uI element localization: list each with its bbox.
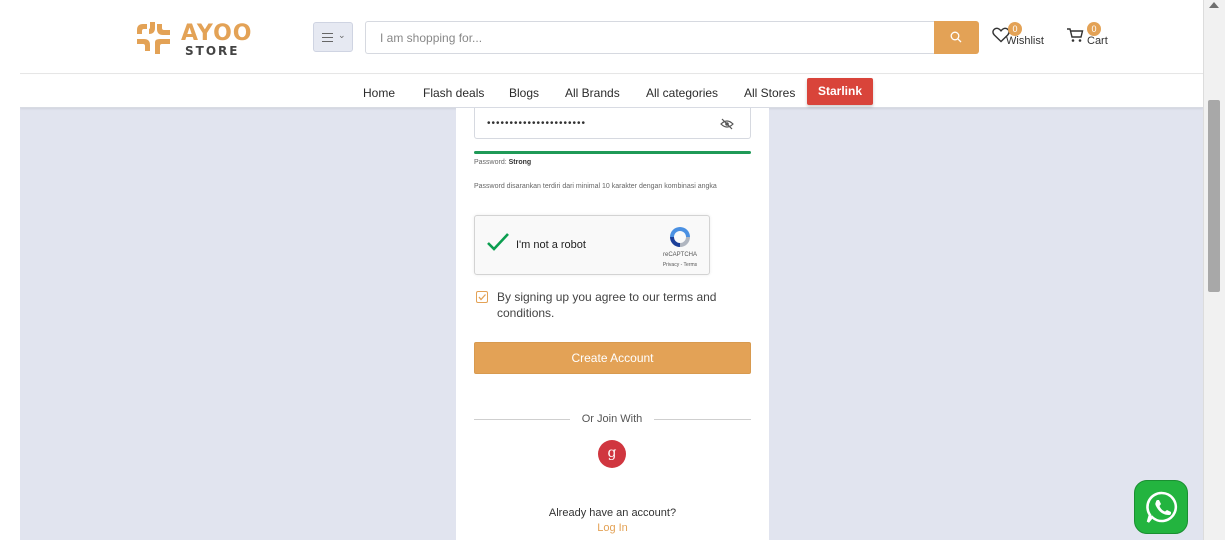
recaptcha-widget: I'm not a robot reCAPTCHA Privacy - Term… [474,215,710,275]
cart-link[interactable]: 0 Cart [1066,22,1116,54]
wishlist-link[interactable]: 0 Wishlist [992,22,1054,54]
terms-checkbox[interactable] [476,291,488,303]
viewport: AYOO STORE ⌄ I am shopping for... 0 Wish… [20,0,1203,540]
recaptcha-brand: reCAPTCHA [662,252,697,258]
main-navigation: Home Flash deals Blogs All Brands All ca… [20,75,1203,108]
password-field[interactable] [474,108,751,139]
register-form-card: Password: Strong Password disarankan ter… [456,108,769,540]
scrollbar-thumb[interactable] [1208,100,1220,292]
top-bar: AYOO STORE ⌄ I am shopping for... 0 Wish… [20,8,1203,74]
divider-left [474,419,570,420]
nav-flash-deals[interactable]: Flash deals [423,86,484,100]
nav-home[interactable]: Home [363,86,395,100]
search-input[interactable] [365,21,935,54]
wishlist-count-badge: 0 [1008,22,1022,36]
checkmark-icon [478,294,486,301]
password-strength-bar [474,151,751,154]
left-margin [0,0,20,540]
scroll-up-arrow-icon[interactable] [1209,2,1219,8]
nav-starlink[interactable]: Starlink [807,78,873,105]
cart-icon [1067,28,1084,42]
eye-slash-icon[interactable] [720,118,734,130]
terms-text: By signing up you agree to our terms and… [497,290,717,320]
hamburger-icon [322,33,333,42]
recaptcha-privacy-terms[interactable]: Privacy - Terms [655,262,705,268]
create-account-button[interactable]: Create Account [474,342,751,374]
nav-blogs[interactable]: Blogs [509,86,539,100]
cart-label: Cart [1087,35,1108,47]
or-join-with-label: Or Join With [581,413,643,425]
strength-label: Password: [474,159,507,166]
whatsapp-icon [1146,491,1178,523]
password-strength-text: Password: Strong [474,159,531,166]
search-icon [950,31,962,43]
store-logo[interactable]: AYOO STORE [135,20,260,62]
nav-all-brands[interactable]: All Brands [565,86,620,100]
cart-count-badge: 0 [1087,22,1101,36]
have-account-text: Already have an account? [548,507,677,519]
google-login-button[interactable]: g [598,440,626,468]
wishlist-label: Wishlist [1006,35,1044,47]
logo-wordmark: AYOO [181,21,253,46]
divider-right [654,419,751,420]
login-link[interactable]: Log In [456,522,769,534]
recaptcha-logo-icon [670,227,690,247]
recaptcha-checkbox[interactable] [486,232,510,252]
page: AYOO STORE ⌄ I am shopping for... 0 Wish… [0,0,1225,540]
chevron-down-icon: ⌄ [338,30,346,40]
search-button[interactable] [934,21,979,54]
logo-mark-icon [137,22,170,54]
recaptcha-label: I'm not a robot [516,239,586,251]
password-hint: Password disarankan terdiri dari minimal… [474,183,717,190]
logo-subtitle: STORE [185,44,240,58]
strength-value: Strong [508,159,532,166]
nav-all-categories[interactable]: All categories [646,86,718,100]
site-header: AYOO STORE ⌄ I am shopping for... 0 Wish… [20,0,1203,108]
whatsapp-button[interactable] [1134,480,1188,534]
category-menu-button[interactable]: ⌄ [313,22,353,52]
page-scrollbar[interactable] [1203,0,1225,540]
nav-all-stores[interactable]: All Stores [744,86,795,100]
